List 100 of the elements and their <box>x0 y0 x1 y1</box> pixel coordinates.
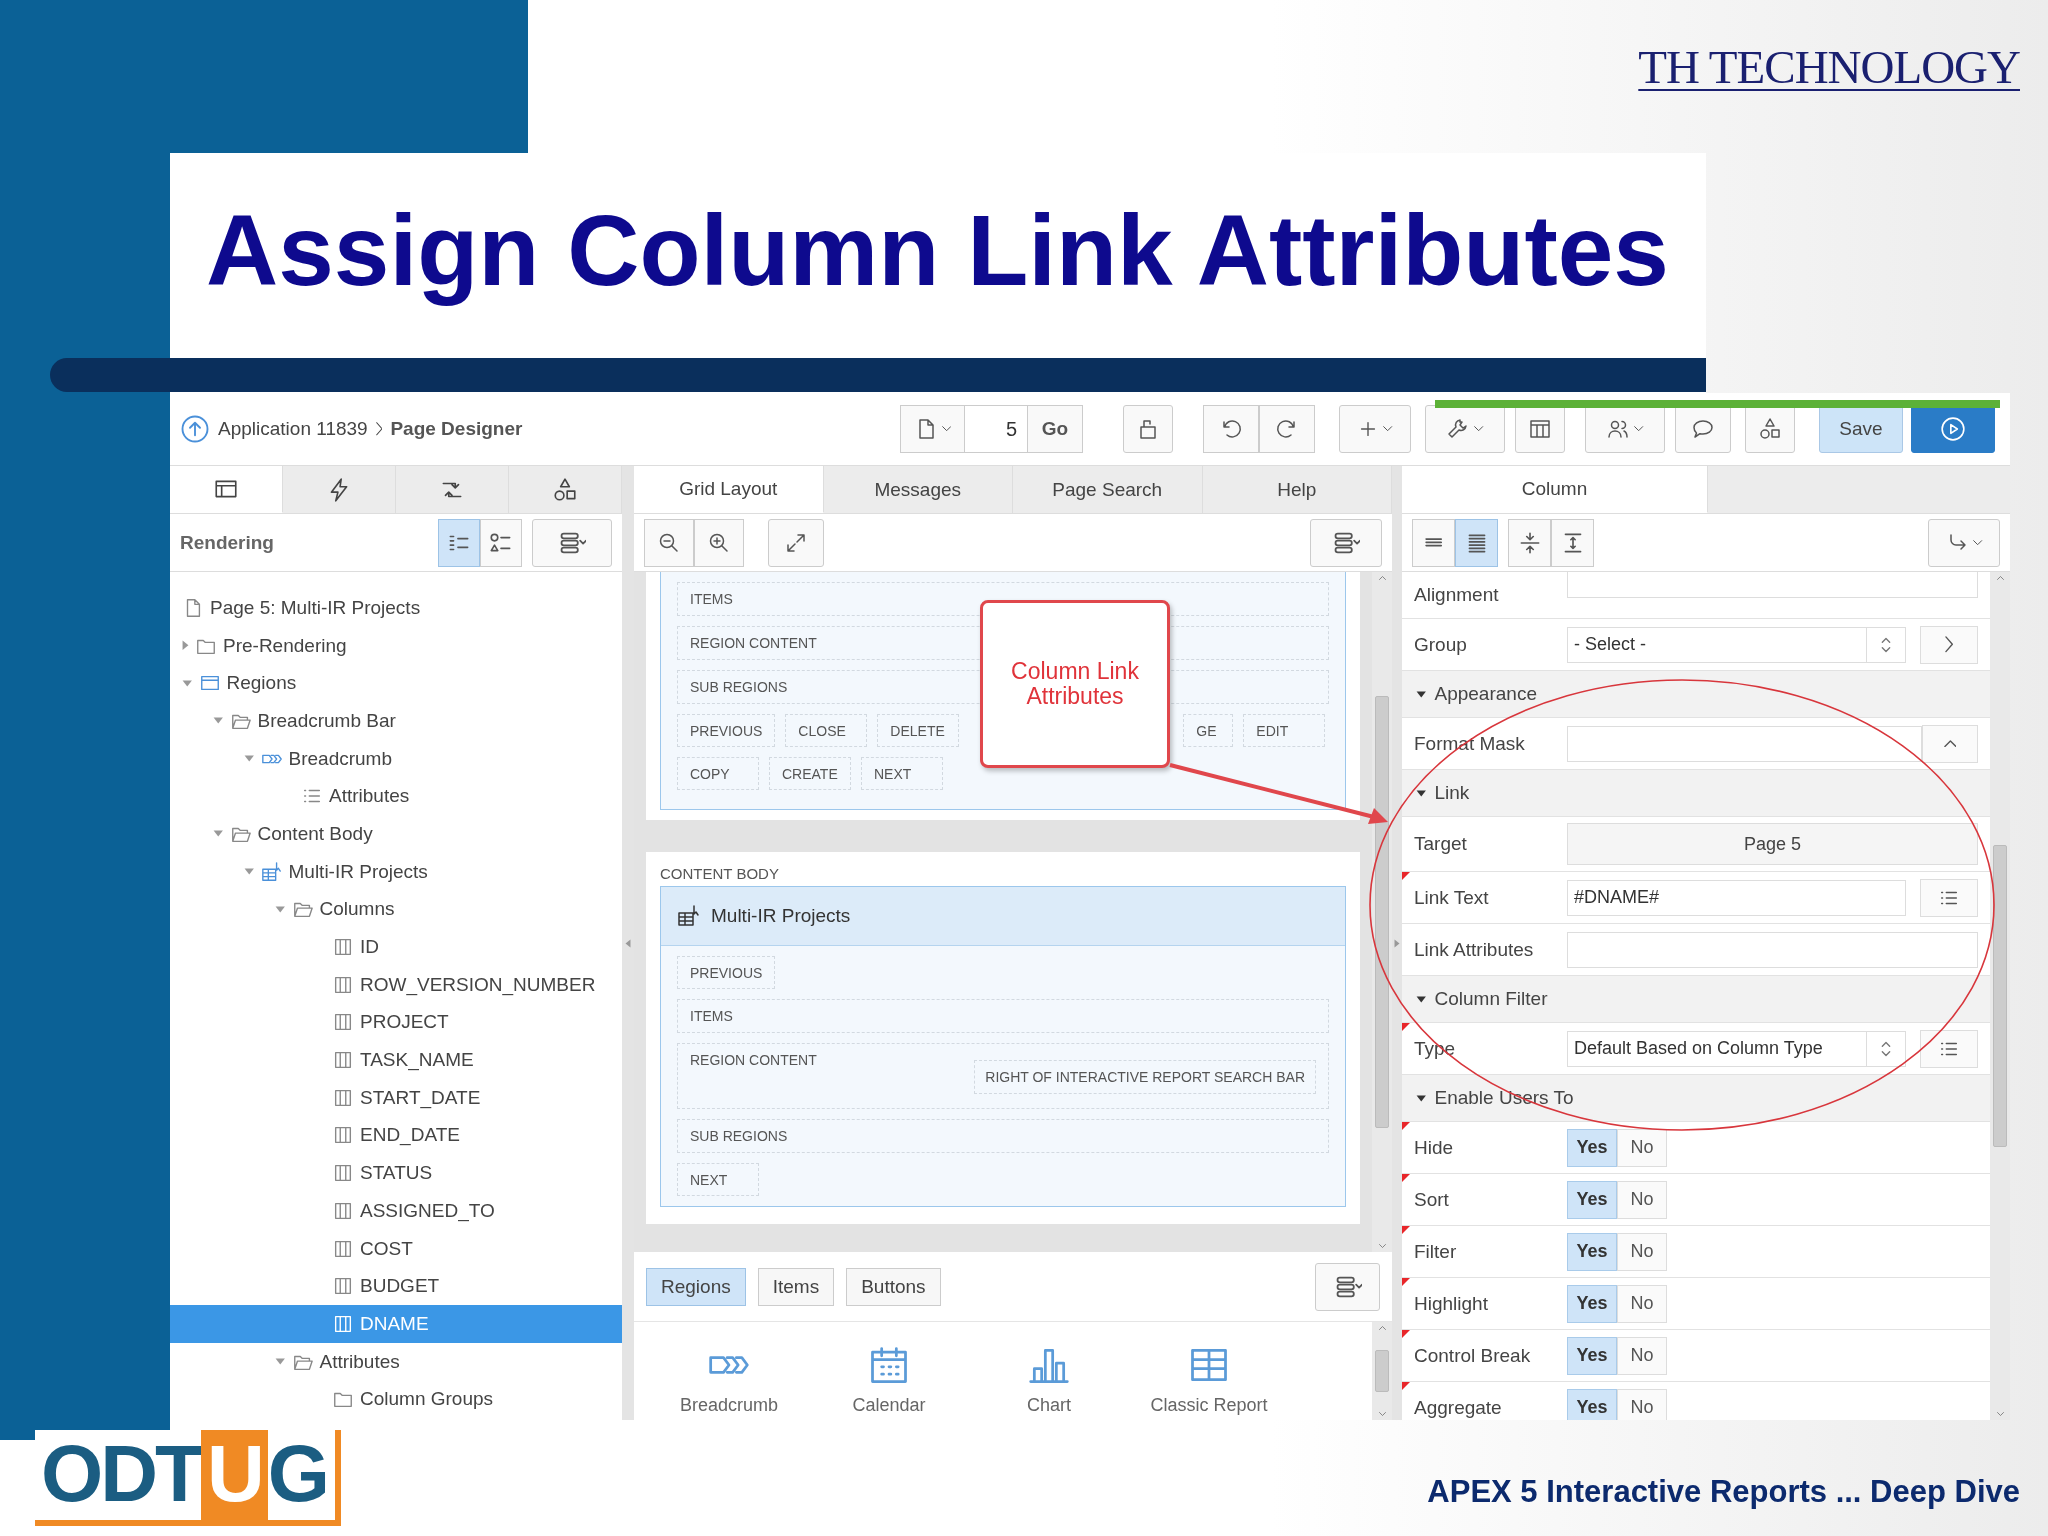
gallery-tab[interactable]: Items <box>757 1267 835 1306</box>
tree-item[interactable]: Attributes <box>170 1342 622 1381</box>
list-button[interactable] <box>1920 878 1978 917</box>
tree-item[interactable]: PROJECT <box>170 1003 622 1042</box>
menu-button[interactable] <box>1315 1262 1380 1311</box>
tree-item[interactable]: Multi-IR Projects <box>170 852 622 891</box>
tree-item[interactable]: Content Body <box>170 815 622 853</box>
toggle-option[interactable]: No <box>1617 1284 1667 1323</box>
view-toggle-button[interactable] <box>1412 518 1455 567</box>
tree-item[interactable]: START_DATE <box>170 1078 622 1117</box>
gallery-item[interactable]: Breadcrumb <box>654 1322 804 1420</box>
region-header[interactable]: Multi-IR Projects <box>661 887 1345 946</box>
gallery-tab[interactable]: Buttons <box>846 1267 941 1306</box>
section-header[interactable]: Appearance <box>1402 671 1990 718</box>
property-label: Link Text <box>1413 886 1490 909</box>
go-button[interactable]: Go <box>1027 405 1083 453</box>
toggle-option[interactable]: Yes <box>1567 1388 1617 1420</box>
toggle-option[interactable]: Yes <box>1567 1284 1617 1323</box>
tree-item[interactable]: ROW_VERSION_NUMBER <box>170 965 622 1004</box>
select-field[interactable]: - Select - <box>1567 626 1866 663</box>
scrollbar[interactable] <box>1372 572 1392 1252</box>
table-icon <box>677 904 701 928</box>
gallery-item[interactable]: Calendar <box>814 1322 964 1420</box>
comments-button[interactable] <box>1675 405 1731 453</box>
panel-tab[interactable] <box>170 466 283 513</box>
tree-item[interactable]: TASK_NAME <box>170 1041 622 1079</box>
toggle-option[interactable]: No <box>1617 1388 1667 1420</box>
text-field[interactable] <box>1567 572 1978 598</box>
toggle-option[interactable]: No <box>1617 1128 1667 1167</box>
button-slot: NEXT <box>677 1163 759 1196</box>
view-toggle-button[interactable] <box>1551 518 1594 567</box>
tree-item[interactable]: END_DATE <box>170 1116 622 1155</box>
text-field[interactable]: #DNAME# <box>1567 879 1906 916</box>
toggle-option[interactable]: No <box>1617 1180 1667 1219</box>
list-button[interactable] <box>1920 1029 1978 1068</box>
view-toggle-button[interactable] <box>1508 518 1551 567</box>
caret-down-icon <box>1383 426 1393 432</box>
tree-item[interactable]: ASSIGNED_TO <box>170 1192 622 1230</box>
page-menu-button[interactable] <box>900 405 965 453</box>
scroll-thumb[interactable] <box>1993 845 2007 1147</box>
property-label: Filter <box>1413 1240 1458 1263</box>
toggle-option[interactable]: No <box>1617 1336 1667 1375</box>
select-field[interactable]: Default Based on Column Type <box>1567 1030 1866 1067</box>
tree-item[interactable]: Columns <box>170 890 622 929</box>
tree-item[interactable]: BUDGET <box>170 1267 622 1306</box>
comment-icon <box>1691 417 1715 441</box>
menu-button[interactable] <box>532 518 612 567</box>
tree-item[interactable]: Regions <box>170 664 622 703</box>
section-header[interactable]: Link <box>1402 770 1990 817</box>
toggle-option[interactable]: Yes <box>1567 1128 1617 1167</box>
shared-components-button[interactable] <box>1745 405 1795 453</box>
zoom-in-button[interactable] <box>694 518 744 567</box>
lock-button[interactable] <box>1123 405 1173 453</box>
run-button[interactable] <box>1911 405 1995 453</box>
expand-button[interactable] <box>768 518 824 567</box>
spinner-button[interactable] <box>1866 1030 1906 1067</box>
scrollbar[interactable] <box>1990 572 2010 1420</box>
undo-button[interactable] <box>1203 405 1259 453</box>
menu-button[interactable] <box>1310 518 1382 567</box>
page-number-field[interactable]: 5 <box>965 405 1027 453</box>
gallery-item[interactable]: Classic Report <box>1134 1322 1284 1420</box>
section-header[interactable]: Column Filter <box>1402 976 1990 1023</box>
go-to-group-button[interactable] <box>1928 518 2000 567</box>
tree-item[interactable]: Attributes <box>170 777 622 816</box>
tree-item[interactable]: Page 5: Multi-IR Projects <box>170 589 622 627</box>
scrollbar[interactable] <box>1372 1322 1392 1420</box>
columns-button[interactable] <box>1515 405 1565 453</box>
text-field[interactable] <box>1567 725 1922 762</box>
gallery-tab[interactable]: Regions <box>646 1267 746 1306</box>
utilities-menu-button[interactable] <box>1425 405 1505 453</box>
spinner-button[interactable] <box>1866 626 1906 663</box>
shapes-icon <box>1758 417 1782 441</box>
gallery-item[interactable]: Chart <box>974 1322 1124 1420</box>
toggle-option[interactable]: Yes <box>1567 1180 1617 1219</box>
scroll-up-icon <box>1996 576 2004 580</box>
view-toggle-button[interactable] <box>480 518 522 567</box>
tree-item[interactable]: Breadcrumb Bar <box>170 702 622 740</box>
toggle-option[interactable]: Yes <box>1567 1232 1617 1271</box>
save-button[interactable]: Save <box>1819 405 1903 453</box>
text-field[interactable] <box>1567 931 1978 968</box>
toggle-option[interactable]: Yes <box>1567 1336 1617 1375</box>
breadcrumb-link[interactable]: Application 11839 <box>218 418 368 440</box>
redo-button[interactable] <box>1259 405 1315 453</box>
zoom-out-button[interactable] <box>644 518 694 567</box>
tree-item[interactable]: ID <box>170 928 622 966</box>
view-toggle-button[interactable] <box>1455 518 1498 567</box>
logo-letters: U <box>200 1430 268 1520</box>
scroll-thumb[interactable] <box>1375 696 1389 1128</box>
tree-item[interactable]: STATUS <box>170 1154 622 1192</box>
team-menu-button[interactable] <box>1585 405 1665 453</box>
scroll-thumb[interactable] <box>1375 1350 1389 1392</box>
tree-item[interactable]: Pre-Rendering <box>170 626 622 665</box>
tree-item[interactable]: COST <box>170 1229 622 1268</box>
toggle-option[interactable]: No <box>1617 1232 1667 1271</box>
panel-tab[interactable]: Grid Layout <box>634 466 824 513</box>
tree-item[interactable]: Breadcrumb <box>170 739 622 778</box>
view-toggle-button[interactable] <box>438 518 480 567</box>
tree-item[interactable]: Column Groups <box>170 1380 622 1419</box>
link-button[interactable]: Page 5 <box>1567 823 1978 865</box>
panel-tab[interactable]: Column <box>1402 466 1708 513</box>
